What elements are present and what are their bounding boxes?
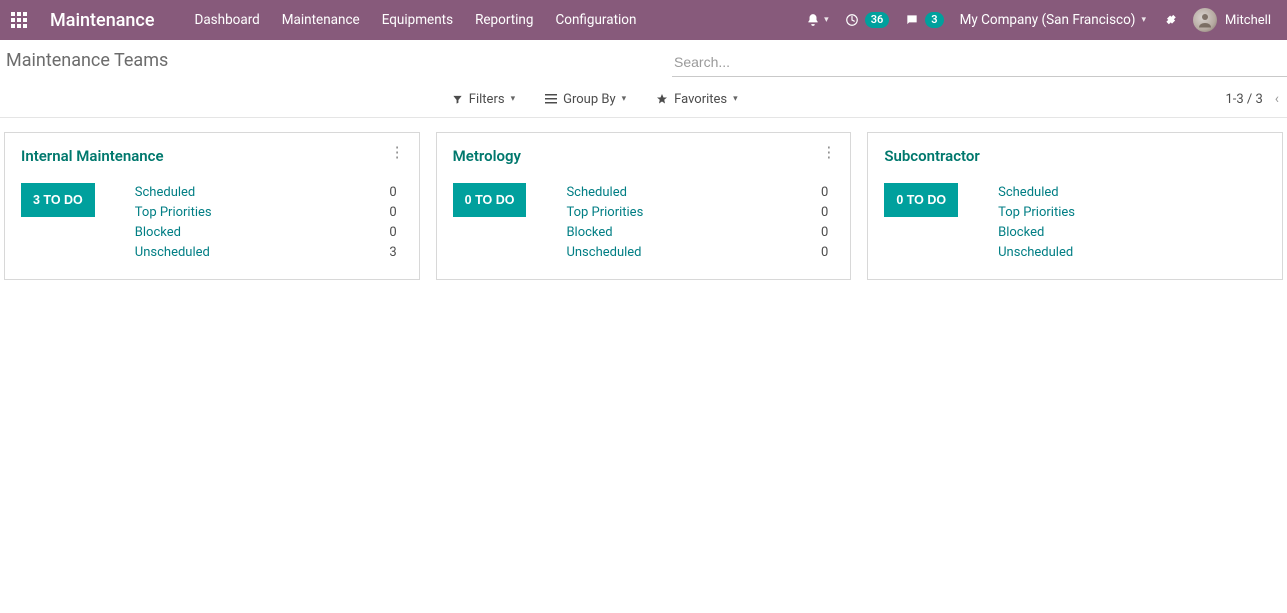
favorites-button[interactable]: Favorites ▾ xyxy=(656,92,738,107)
search-options: Filters ▾ Group By ▾ Favorites ▾ xyxy=(452,92,738,107)
funnel-icon xyxy=(452,94,463,105)
favorites-label: Favorites xyxy=(674,92,727,107)
nav-equipments[interactable]: Equipments xyxy=(382,12,453,28)
stat-scheduled[interactable]: Scheduled0 xyxy=(135,183,403,203)
control-panel: Maintenance Teams Filters ▾ Group By ▾ F… xyxy=(0,40,1287,118)
team-stats: Scheduled0 Top Priorities0 Blocked0 Unsc… xyxy=(566,183,834,263)
pager-text[interactable]: 1-3 / 3 xyxy=(1225,92,1262,107)
activities-badge: 36 xyxy=(865,12,890,28)
team-card-internal-maintenance: ⋮ Internal Maintenance 3 TO DO Scheduled… xyxy=(4,132,420,280)
caret-down-icon: ▾ xyxy=(733,94,738,104)
nav-maintenance[interactable]: Maintenance xyxy=(282,12,360,28)
user-name: Mitchell xyxy=(1225,13,1271,28)
pager: 1-3 / 3 ‹ xyxy=(1225,91,1281,107)
team-stats: Scheduled Top Priorities Blocked Unsched… xyxy=(998,183,1266,263)
caret-down-icon: ▾ xyxy=(622,94,627,104)
nav-configuration[interactable]: Configuration xyxy=(555,12,636,28)
stat-top-priorities[interactable]: Top Priorities xyxy=(998,203,1266,223)
stat-unscheduled[interactable]: Unscheduled3 xyxy=(135,243,403,263)
pager-prev-icon[interactable]: ‹ xyxy=(1273,91,1281,107)
nav-menu: Dashboard Maintenance Equipments Reporti… xyxy=(194,12,636,28)
team-title[interactable]: Subcontractor xyxy=(884,147,1266,165)
todo-button[interactable]: 0 TO DO xyxy=(884,183,958,217)
stat-scheduled[interactable]: Scheduled0 xyxy=(566,183,834,203)
avatar xyxy=(1193,8,1217,32)
stat-blocked[interactable]: Blocked0 xyxy=(135,223,403,243)
list-icon xyxy=(545,94,557,104)
todo-button[interactable]: 3 TO DO xyxy=(21,183,95,217)
groupby-button[interactable]: Group By ▾ xyxy=(545,92,626,107)
team-title[interactable]: Metrology xyxy=(453,147,835,165)
caret-down-icon: ▾ xyxy=(824,15,829,25)
page-title: Maintenance Teams xyxy=(4,50,168,71)
company-name: My Company (San Francisco) xyxy=(960,12,1136,28)
stat-blocked[interactable]: Blocked xyxy=(998,223,1266,243)
stat-blocked[interactable]: Blocked0 xyxy=(566,223,834,243)
team-card-metrology: ⋮ Metrology 0 TO DO Scheduled0 Top Prior… xyxy=(436,132,852,280)
stat-top-priorities[interactable]: Top Priorities0 xyxy=(135,203,403,223)
more-menu-icon[interactable]: ⋮ xyxy=(390,145,405,160)
activities-icon[interactable]: 36 xyxy=(845,12,890,28)
filters-label: Filters xyxy=(469,92,505,107)
stat-top-priorities[interactable]: Top Priorities0 xyxy=(566,203,834,223)
nav-right: ▾ 36 3 My Company (San Francisco) ▾ Mitc… xyxy=(806,8,1271,32)
search-input[interactable] xyxy=(672,50,1287,77)
apps-icon[interactable] xyxy=(10,11,28,29)
kanban-board: ⋮ Internal Maintenance 3 TO DO Scheduled… xyxy=(0,118,1287,294)
filters-button[interactable]: Filters ▾ xyxy=(452,92,515,107)
user-menu[interactable]: Mitchell xyxy=(1193,8,1271,32)
team-card-subcontractor: Subcontractor 0 TO DO Scheduled Top Prio… xyxy=(867,132,1283,280)
team-stats: Scheduled0 Top Priorities0 Blocked0 Unsc… xyxy=(135,183,403,263)
todo-button[interactable]: 0 TO DO xyxy=(453,183,527,217)
star-icon xyxy=(656,93,668,105)
caret-down-icon: ▾ xyxy=(511,94,516,104)
nav-reporting[interactable]: Reporting xyxy=(475,12,533,28)
team-title[interactable]: Internal Maintenance xyxy=(21,147,403,165)
stat-unscheduled[interactable]: Unscheduled xyxy=(998,243,1266,263)
caret-down-icon: ▾ xyxy=(1142,15,1147,25)
nav-dashboard[interactable]: Dashboard xyxy=(194,12,259,28)
company-switcher[interactable]: My Company (San Francisco) ▾ xyxy=(960,12,1146,28)
app-brand[interactable]: Maintenance xyxy=(50,10,154,31)
top-navbar: Maintenance Dashboard Maintenance Equipm… xyxy=(0,0,1287,40)
discuss-badge: 3 xyxy=(925,12,943,28)
discuss-icon[interactable]: 3 xyxy=(905,12,943,28)
debug-icon[interactable] xyxy=(1162,13,1177,28)
more-menu-icon[interactable]: ⋮ xyxy=(821,145,836,160)
stat-scheduled[interactable]: Scheduled xyxy=(998,183,1266,203)
stat-unscheduled[interactable]: Unscheduled0 xyxy=(566,243,834,263)
notifications-icon[interactable]: ▾ xyxy=(806,13,829,27)
groupby-label: Group By xyxy=(563,92,616,107)
